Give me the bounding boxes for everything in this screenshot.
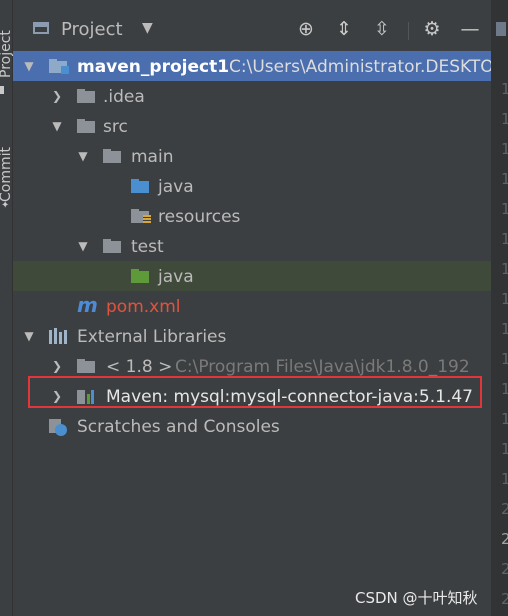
module-folder-icon xyxy=(49,59,69,74)
expand-all-icon[interactable]: ⇕ xyxy=(333,18,355,40)
hide-icon[interactable]: — xyxy=(459,18,481,40)
project-panel: Project ▼ ⊕ ⇕ ⇳ ⚙ — ▼ maven_project1 C:\… xyxy=(13,0,494,616)
caret-down-icon[interactable]: ▼ xyxy=(142,20,153,36)
line-number: 1 xyxy=(501,380,508,398)
chevron-right-icon[interactable]: ❯ xyxy=(51,89,63,103)
line-number: 1 xyxy=(501,470,508,488)
resources-folder-icon xyxy=(131,209,151,223)
commit-tool-tab[interactable]: Commit xyxy=(0,132,14,202)
chevron-down-icon[interactable]: ▼ xyxy=(51,119,63,133)
jdk-label: < 1.8 > xyxy=(106,357,173,377)
folder-label: main xyxy=(131,147,174,167)
file-label: pom.xml xyxy=(106,297,181,317)
root-project-path: C:\Users\Administrator.DESKTO xyxy=(229,57,494,77)
tree-row-external-libraries[interactable]: ▼ External Libraries xyxy=(13,321,491,351)
line-number: 1 xyxy=(501,320,508,338)
line-number: 2 xyxy=(501,530,508,548)
highlight-annotation-box xyxy=(28,376,482,408)
gear-icon[interactable]: ⚙ xyxy=(421,18,443,40)
line-number: 2 xyxy=(501,590,508,608)
tool-window-strip: Project Commit ✦ xyxy=(0,0,14,616)
header-separator xyxy=(408,22,409,40)
project-window-icon xyxy=(33,22,49,34)
chevron-down-icon[interactable]: ▼ xyxy=(23,59,35,73)
line-number: 1 xyxy=(501,140,508,158)
project-tool-marker xyxy=(0,86,4,94)
line-number: 1 xyxy=(501,110,508,128)
chevron-down-icon[interactable]: ▼ xyxy=(77,239,89,253)
panel-header: Project ▼ ⊕ ⇕ ⇳ ⚙ — xyxy=(13,8,491,46)
line-number: 1 xyxy=(501,290,508,308)
line-number: 1 xyxy=(501,440,508,458)
tree-row-main-java[interactable]: java xyxy=(13,171,491,201)
line-number: 1 xyxy=(501,80,508,98)
tree-row-test[interactable]: ▼ test xyxy=(13,231,491,261)
chevron-down-icon[interactable]: ▼ xyxy=(77,149,89,163)
editor-tab-icon[interactable] xyxy=(496,22,506,36)
folder-label: test xyxy=(131,237,164,257)
maven-file-icon: m xyxy=(77,293,98,317)
folder-label: java xyxy=(158,177,194,197)
folder-icon xyxy=(103,239,121,253)
view-selector[interactable]: Project xyxy=(61,19,123,40)
jdk-folder-icon xyxy=(77,359,95,373)
tree-row-test-java[interactable]: java xyxy=(13,261,491,291)
scratches-icon xyxy=(49,419,67,436)
tree-row-resources[interactable]: resources xyxy=(13,201,491,231)
line-number: 1 xyxy=(501,350,508,368)
folder-label: java xyxy=(158,267,194,287)
chevron-down-icon[interactable]: ▼ xyxy=(23,329,35,343)
watermark-text: CSDN @十叶知秋 xyxy=(355,589,478,607)
tree-row-scratches[interactable]: Scratches and Consoles xyxy=(13,411,491,441)
tree-row-main[interactable]: ▼ main xyxy=(13,141,491,171)
scratches-label: Scratches and Consoles xyxy=(77,417,280,437)
project-tool-tab[interactable]: Project xyxy=(0,0,14,78)
chevron-right-icon[interactable]: ❯ xyxy=(51,359,63,373)
folder-label: resources xyxy=(158,207,241,227)
tree-row-root[interactable]: ▼ maven_project1 C:\Users\Administrator.… xyxy=(13,51,494,81)
root-project-name: maven_project1 xyxy=(77,57,230,77)
line-number: 2 xyxy=(501,560,508,578)
locate-icon[interactable]: ⊕ xyxy=(295,18,317,40)
line-number: 1 xyxy=(501,200,508,218)
source-folder-icon xyxy=(131,179,149,193)
external-libraries-label: External Libraries xyxy=(77,327,227,347)
tree-row-pom[interactable]: m pom.xml xyxy=(13,291,491,321)
jdk-path: C:\Program Files\Java\jdk1.8.0_192 xyxy=(175,357,470,377)
tree-row-src[interactable]: ▼ src xyxy=(13,111,491,141)
folder-label: src xyxy=(103,117,128,137)
line-number: 1 xyxy=(501,260,508,278)
line-number: 1 xyxy=(501,230,508,248)
line-number: 1 xyxy=(501,410,508,428)
test-folder-icon xyxy=(131,269,149,283)
line-number: 1 xyxy=(501,170,508,188)
tree-row-idea[interactable]: ❯ .idea xyxy=(13,81,491,111)
commit-icon: ✦ xyxy=(1,200,10,211)
folder-icon xyxy=(77,89,95,103)
collapse-all-icon[interactable]: ⇳ xyxy=(371,18,393,40)
folder-icon xyxy=(103,149,121,163)
line-number: 2 xyxy=(501,500,508,518)
editor-gutter: 1 1 1 1 1 1 1 1 1 1 1 1 1 1 2 2 2 2 xyxy=(491,0,508,616)
libraries-icon xyxy=(49,328,69,344)
folder-icon xyxy=(77,119,95,133)
folder-label: .idea xyxy=(103,87,145,107)
